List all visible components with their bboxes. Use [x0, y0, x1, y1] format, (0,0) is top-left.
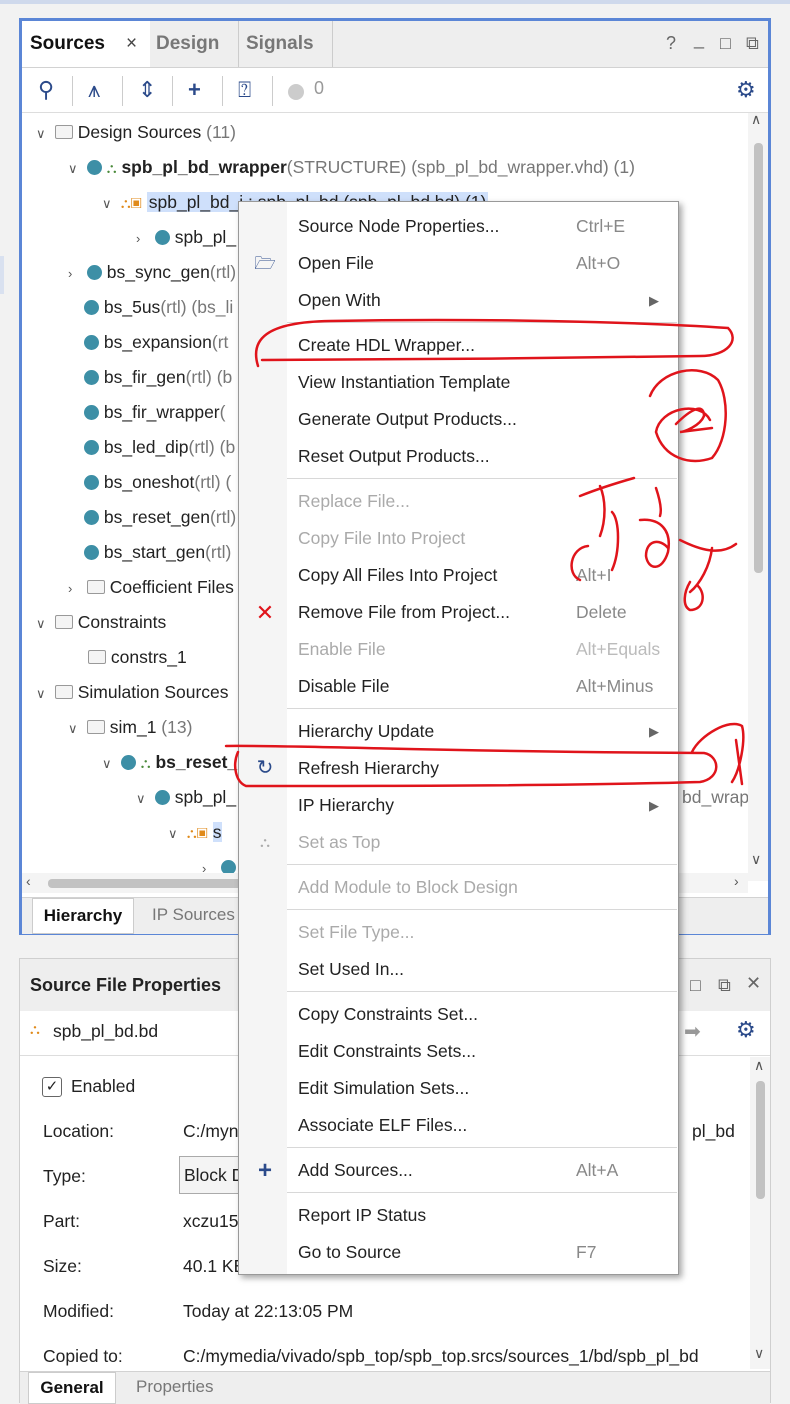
annotation-scribble-c: [678, 538, 738, 612]
annotation-loop-refresh-hierarchy: [224, 744, 718, 788]
annotation-loop-create-hdl-wrapper: [254, 318, 734, 368]
annotation-scribble-b: [638, 486, 671, 568]
annotation-scribble-a: [570, 476, 636, 582]
annotation-number-two: [648, 369, 727, 463]
red-annotations: [224, 318, 745, 788]
